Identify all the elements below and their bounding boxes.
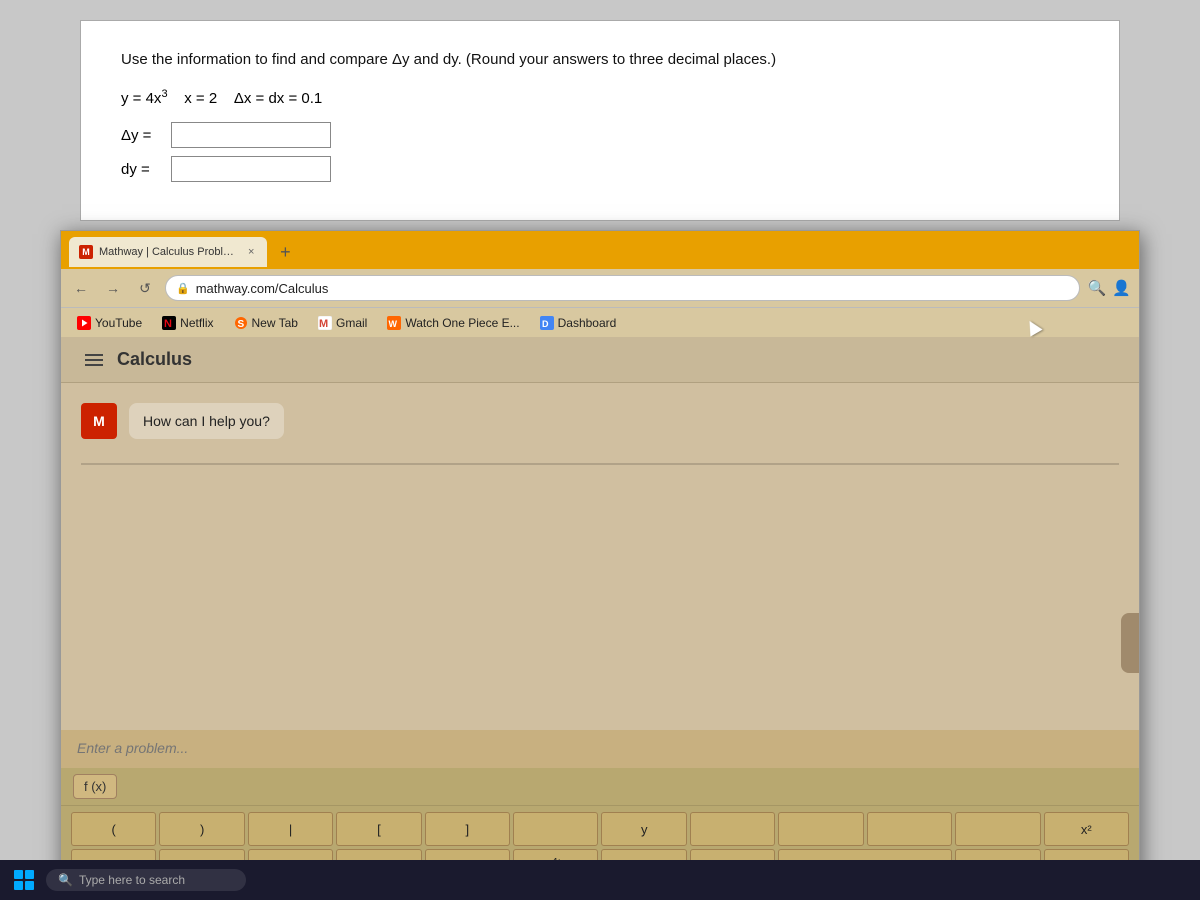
- dashboard-icon: D: [540, 316, 554, 330]
- lock-icon: 🔒: [176, 282, 190, 295]
- back-button[interactable]: ←: [69, 276, 93, 300]
- dy-row: dy =: [121, 156, 1079, 182]
- hamburger-line-2: [85, 359, 103, 361]
- chat-divider: [81, 463, 1119, 465]
- hamburger-line-3: [85, 364, 103, 366]
- worksheet-equation: y = 4x3 x = 2 Δx = dx = 0.1: [121, 88, 1079, 107]
- win-square-2: [25, 870, 34, 879]
- url-text: mathway.com/Calculus: [196, 281, 329, 296]
- svg-text:S: S: [237, 319, 244, 330]
- delta-y-input[interactable]: [171, 122, 331, 148]
- bookmark-watch-one-piece[interactable]: W Watch One Piece E...: [379, 314, 527, 332]
- hamburger-line-1: [85, 354, 103, 356]
- key-empty4: [867, 812, 952, 846]
- bot-message: M How can I help you?: [81, 403, 1119, 439]
- start-button[interactable]: [8, 864, 40, 896]
- newtab-icon: S: [234, 316, 248, 330]
- tab-title: Mathway | Calculus Problem Sol: [99, 246, 239, 258]
- taskbar: 🔍 Type here to search: [0, 860, 1200, 900]
- browser-window: M Mathway | Calculus Problem Sol × + ← →…: [60, 230, 1140, 890]
- dy-label: dy =: [121, 161, 171, 178]
- browser-page: Calculus M How can I help you? f (x) (: [61, 337, 1139, 889]
- key-open-paren[interactable]: (: [71, 812, 156, 846]
- key-close-paren[interactable]: ): [159, 812, 244, 846]
- browser-tab[interactable]: M Mathway | Calculus Problem Sol ×: [69, 237, 267, 267]
- bookmark-dashboard[interactable]: D Dashboard: [532, 314, 625, 332]
- mathway-favicon: M: [79, 245, 93, 259]
- keyboard-row1: f (x): [61, 768, 1139, 806]
- delta-y-row: Δy =: [121, 122, 1079, 148]
- equation-text: y = 4x3 x = 2 Δx = dx = 0.1: [121, 88, 322, 107]
- bookmark-newtab[interactable]: S New Tab: [226, 314, 306, 332]
- watch-icon: W: [387, 316, 401, 330]
- key-open-bracket[interactable]: [: [336, 812, 421, 846]
- tab-close-button[interactable]: ×: [245, 245, 257, 259]
- address-bar[interactable]: 🔒 mathway.com/Calculus: [165, 275, 1080, 301]
- key-empty1: [513, 812, 598, 846]
- key-empty5: [955, 812, 1040, 846]
- scroll-hint[interactable]: [1121, 613, 1139, 673]
- svg-text:N: N: [164, 318, 172, 330]
- new-tab-button[interactable]: +: [271, 239, 299, 265]
- key-pipe[interactable]: |: [248, 812, 333, 846]
- search-icon[interactable]: 🔍: [1088, 279, 1107, 297]
- key-y[interactable]: y: [601, 812, 686, 846]
- taskbar-search[interactable]: 🔍 Type here to search: [46, 869, 246, 891]
- mathway-header: Calculus: [61, 337, 1139, 383]
- browser-titlebar: M Mathway | Calculus Problem Sol × +: [61, 231, 1139, 269]
- bookmarks-bar: YouTube N Netflix S New Tab M Gmail: [61, 307, 1139, 337]
- worksheet-content: Use the information to find and compare …: [80, 20, 1120, 221]
- hamburger-menu[interactable]: [81, 350, 107, 370]
- windows-icon: [14, 870, 34, 890]
- bookmark-gmail[interactable]: M Gmail: [310, 314, 375, 332]
- key-empty3: [778, 812, 863, 846]
- bot-text: How can I help you?: [129, 403, 284, 439]
- svg-text:W: W: [389, 319, 398, 329]
- key-x-squared[interactable]: x²: [1044, 812, 1129, 846]
- browser-addressbar: ← → ↺ 🔒 mathway.com/Calculus 🔍 👤: [61, 269, 1139, 307]
- win-square-3: [14, 881, 23, 890]
- key-close-bracket[interactable]: ]: [425, 812, 510, 846]
- worksheet-instruction: Use the information to find and compare …: [121, 51, 1079, 68]
- key-empty2: [690, 812, 775, 846]
- browser-icons-right: 🔍 👤: [1088, 279, 1131, 297]
- bot-avatar: M: [81, 403, 117, 439]
- mathway-title: Calculus: [117, 349, 192, 370]
- search-icon: 🔍: [58, 873, 73, 887]
- input-area: [61, 730, 1139, 768]
- delta-y-label: Δy =: [121, 127, 171, 144]
- dy-input[interactable]: [171, 156, 331, 182]
- svg-text:M: M: [319, 318, 328, 330]
- forward-button[interactable]: →: [101, 276, 125, 300]
- problem-input[interactable]: [77, 740, 1123, 756]
- bookmark-netflix[interactable]: N Netflix: [154, 314, 221, 332]
- gmail-icon: M: [318, 316, 332, 330]
- youtube-icon: [77, 316, 91, 330]
- profile-icon[interactable]: 👤: [1112, 279, 1131, 297]
- refresh-button[interactable]: ↺: [133, 276, 157, 300]
- fx-button[interactable]: f (x): [73, 774, 117, 799]
- svg-text:D: D: [542, 319, 549, 329]
- win-square-1: [14, 870, 23, 879]
- bookmark-youtube[interactable]: YouTube: [69, 314, 150, 332]
- win-square-4: [25, 881, 34, 890]
- netflix-icon: N: [162, 316, 176, 330]
- chat-area: M How can I help you?: [61, 383, 1139, 730]
